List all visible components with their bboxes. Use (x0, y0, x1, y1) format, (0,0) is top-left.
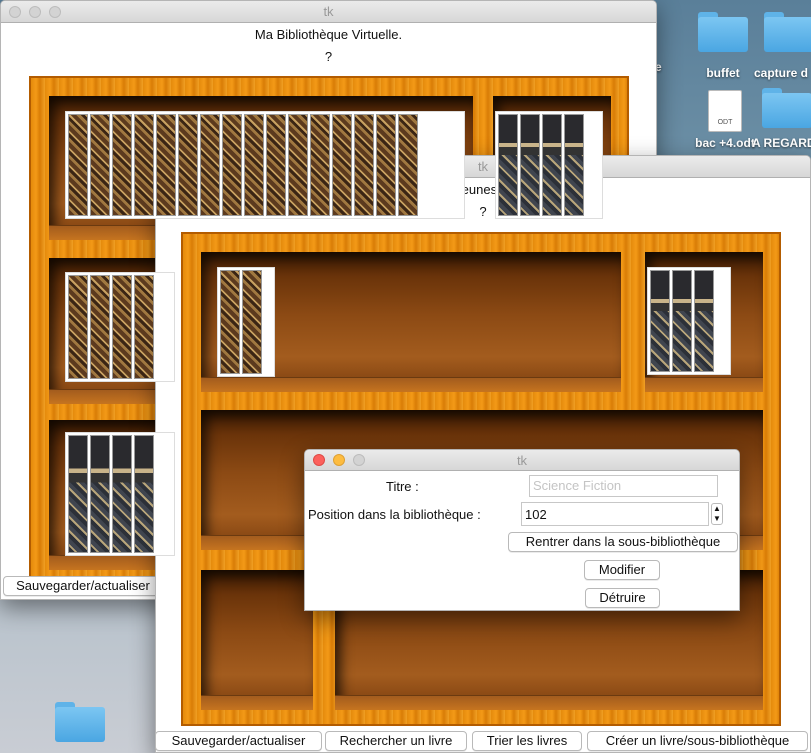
enter-subfolder-button[interactable]: Rentrer dans la sous-bibliothèque (508, 532, 738, 552)
book-row[interactable] (65, 272, 175, 382)
book-spine[interactable] (398, 114, 418, 216)
book-spine[interactable] (310, 114, 330, 216)
desktop-folder-capture[interactable]: capture d (754, 12, 811, 80)
book-spine[interactable] (332, 114, 352, 216)
book-spine[interactable] (244, 114, 264, 216)
book-spine[interactable] (112, 275, 132, 379)
book-dialog: tk Titre : Science Fiction Position dans… (304, 449, 740, 611)
book-spine[interactable] (222, 114, 242, 216)
zoom-button[interactable] (49, 6, 61, 18)
desktop-icon-label: A REGARD (752, 136, 811, 150)
close-button[interactable] (313, 454, 325, 466)
book-spine[interactable] (220, 270, 240, 374)
zoom-button[interactable] (353, 454, 365, 466)
book-spine[interactable] (376, 114, 396, 216)
desktop-icon-label: bac +4.odt (695, 136, 755, 150)
book-spine[interactable] (564, 114, 584, 216)
minimize-button[interactable] (29, 6, 41, 18)
window-title: tk (323, 4, 334, 19)
book-spine[interactable] (288, 114, 308, 216)
jeunesse-save-button[interactable]: Sauvegarder/actualiser (155, 731, 322, 751)
library-subtitle: ? (324, 49, 333, 64)
book-row[interactable] (647, 267, 731, 375)
destroy-button[interactable]: Détruire (585, 588, 660, 608)
title-input[interactable]: Science Fiction (529, 475, 718, 497)
book-row[interactable] (217, 267, 275, 377)
dialog-content: Titre : Science Fiction Position dans la… (305, 471, 739, 610)
book-spine[interactable] (672, 270, 692, 372)
book-spine[interactable] (520, 114, 540, 216)
book-spine[interactable] (694, 270, 714, 372)
chevron-down-icon[interactable]: ▼ (712, 514, 722, 524)
folder-icon (764, 12, 811, 52)
book-spine[interactable] (112, 114, 132, 216)
book-spine[interactable] (156, 114, 176, 216)
book-row[interactable] (495, 111, 603, 219)
window-title: tk (516, 453, 528, 468)
desktop-icon-label: capture d (754, 66, 809, 80)
book-spine[interactable] (68, 114, 88, 216)
minimize-button[interactable] (333, 454, 345, 466)
chevron-up-icon[interactable]: ▲ (712, 504, 722, 514)
position-spinbox[interactable]: 102 (521, 502, 709, 526)
book-spine[interactable] (90, 275, 110, 379)
search-book-button[interactable]: Rechercher un livre (325, 731, 467, 751)
document-icon: ODT (708, 90, 742, 132)
main-save-button[interactable]: Sauvegarder/actualiser (3, 576, 163, 596)
desktop-folder-buffet[interactable]: buffet (697, 12, 749, 80)
folder-icon (698, 12, 748, 52)
book-spine[interactable] (242, 270, 262, 374)
desktop-icon-label: buffet (706, 66, 740, 80)
book-spine[interactable] (200, 114, 220, 216)
book-spine[interactable] (498, 114, 518, 216)
folder-icon (55, 702, 105, 742)
book-spine[interactable] (134, 114, 154, 216)
book-spine[interactable] (650, 270, 670, 372)
dialog-titlebar[interactable]: tk (305, 450, 739, 471)
book-spine[interactable] (112, 435, 132, 553)
book-spine[interactable] (68, 435, 88, 553)
book-spine[interactable] (542, 114, 562, 216)
desktop-folder-bottom[interactable] (54, 702, 106, 742)
book-spine[interactable] (178, 114, 198, 216)
library-title: Ma Bibliothèque Virtuelle. (254, 27, 403, 42)
desktop-folder-regard[interactable]: A REGARD (752, 88, 811, 150)
spinbox-stepper[interactable]: ▲ ▼ (711, 503, 723, 525)
title-label: Titre : (386, 479, 419, 494)
sort-books-button[interactable]: Trier les livres (472, 731, 582, 751)
book-row[interactable] (65, 111, 465, 219)
desktop-file-odt[interactable]: ODT bac +4.odt (690, 90, 760, 150)
book-spine[interactable] (90, 114, 110, 216)
main-window-titlebar[interactable]: tk (1, 1, 656, 23)
book-row[interactable] (65, 432, 175, 556)
folder-icon (762, 88, 811, 128)
create-book-button[interactable]: Créer un livre/sous-bibliothèque (587, 731, 808, 751)
book-spine[interactable] (134, 275, 154, 379)
close-button[interactable] (9, 6, 21, 18)
book-spine[interactable] (134, 435, 154, 553)
modify-button[interactable]: Modifier (584, 560, 660, 580)
shelf-cell (201, 570, 313, 710)
window-title: tk (477, 159, 489, 174)
book-spine[interactable] (68, 275, 88, 379)
book-spine[interactable] (354, 114, 374, 216)
book-spine[interactable] (266, 114, 286, 216)
position-label: Position dans la bibliothèque : (308, 507, 481, 522)
book-spine[interactable] (90, 435, 110, 553)
